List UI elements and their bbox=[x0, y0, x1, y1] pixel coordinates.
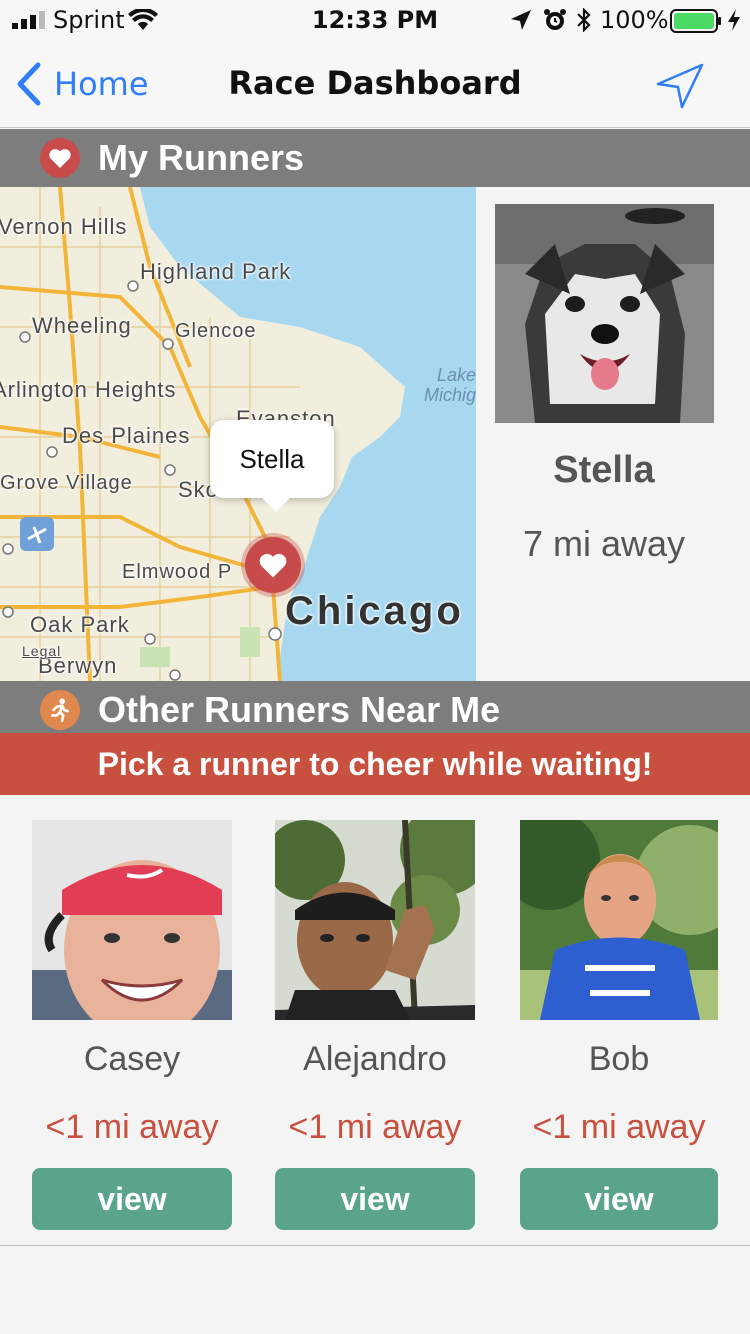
map-label-city: Chicago bbox=[285, 589, 464, 633]
runner-icon bbox=[40, 690, 80, 730]
map-label: Oak Park bbox=[30, 612, 130, 637]
battery-icon bbox=[670, 9, 721, 33]
runner-distance: <1 mi away bbox=[45, 1108, 219, 1146]
map-label: Des Plaines bbox=[62, 423, 191, 448]
alarm-icon bbox=[544, 9, 566, 30]
location-arrow-icon[interactable] bbox=[654, 62, 706, 110]
other-runners-header: Other Runners Near Me bbox=[0, 681, 750, 739]
runner-card: Bob <1 mi away view bbox=[520, 820, 718, 1230]
runner-name: Alejandro bbox=[303, 1040, 447, 1078]
divider bbox=[0, 1245, 750, 1246]
runner-distance: <1 mi away bbox=[532, 1108, 706, 1146]
back-button[interactable]: Home bbox=[16, 62, 149, 106]
map-label-lake: Lake Michig bbox=[423, 365, 476, 405]
runner-photo[interactable] bbox=[520, 820, 718, 1020]
runner-photo bbox=[495, 204, 714, 423]
view-button[interactable]: view bbox=[520, 1168, 718, 1230]
cheer-banner: Pick a runner to cheer while waiting! bbox=[0, 733, 750, 795]
bluetooth-icon bbox=[577, 8, 591, 32]
runner-photo[interactable] bbox=[32, 820, 232, 1020]
heart-pin-icon[interactable] bbox=[245, 537, 301, 593]
view-button[interactable]: view bbox=[275, 1168, 475, 1230]
map-label: Highland Park bbox=[140, 259, 292, 284]
battery-percent: 100% bbox=[600, 6, 669, 34]
map-label: Grove Village bbox=[0, 472, 133, 494]
map-label: Glencoe bbox=[175, 320, 257, 342]
map-label: Vernon Hills bbox=[0, 214, 128, 239]
my-runners-header: My Runners bbox=[0, 129, 750, 187]
runners-map[interactable]: Vernon Hills Highland Park Wheeling Glen… bbox=[0, 187, 476, 681]
other-runners-title: Other Runners Near Me bbox=[98, 689, 501, 730]
my-runner-panel[interactable]: Stella 7 mi away bbox=[476, 187, 750, 681]
back-button-label: Home bbox=[54, 65, 149, 103]
runner-name: Stella bbox=[553, 449, 655, 491]
heart-icon bbox=[40, 138, 80, 178]
location-services-icon bbox=[511, 10, 531, 30]
runner-photo[interactable] bbox=[275, 820, 475, 1020]
navigation-bar: Home Race Dashboard bbox=[0, 40, 750, 128]
chevron-left-icon bbox=[17, 62, 41, 106]
map-label: Wheeling bbox=[32, 313, 132, 338]
runner-distance: <1 mi away bbox=[288, 1108, 462, 1146]
map-label: Arlington Heights bbox=[0, 377, 177, 402]
view-button[interactable]: view bbox=[32, 1168, 232, 1230]
map-callout[interactable]: Stella bbox=[210, 420, 334, 512]
map-legal-link[interactable]: Legal bbox=[22, 643, 61, 659]
runner-card: Casey <1 mi away view bbox=[32, 820, 232, 1230]
runner-name: Bob bbox=[588, 1040, 650, 1078]
map-label: Elmwood P bbox=[122, 561, 233, 583]
runner-distance: 7 mi away bbox=[522, 523, 686, 564]
my-runners-title: My Runners bbox=[98, 137, 305, 178]
charging-icon bbox=[728, 9, 740, 31]
status-bar: Sprint 12:33 PM 100% bbox=[0, 0, 750, 40]
runner-card: Alejandro <1 mi away view bbox=[275, 820, 475, 1230]
runner-name: Casey bbox=[83, 1040, 181, 1078]
